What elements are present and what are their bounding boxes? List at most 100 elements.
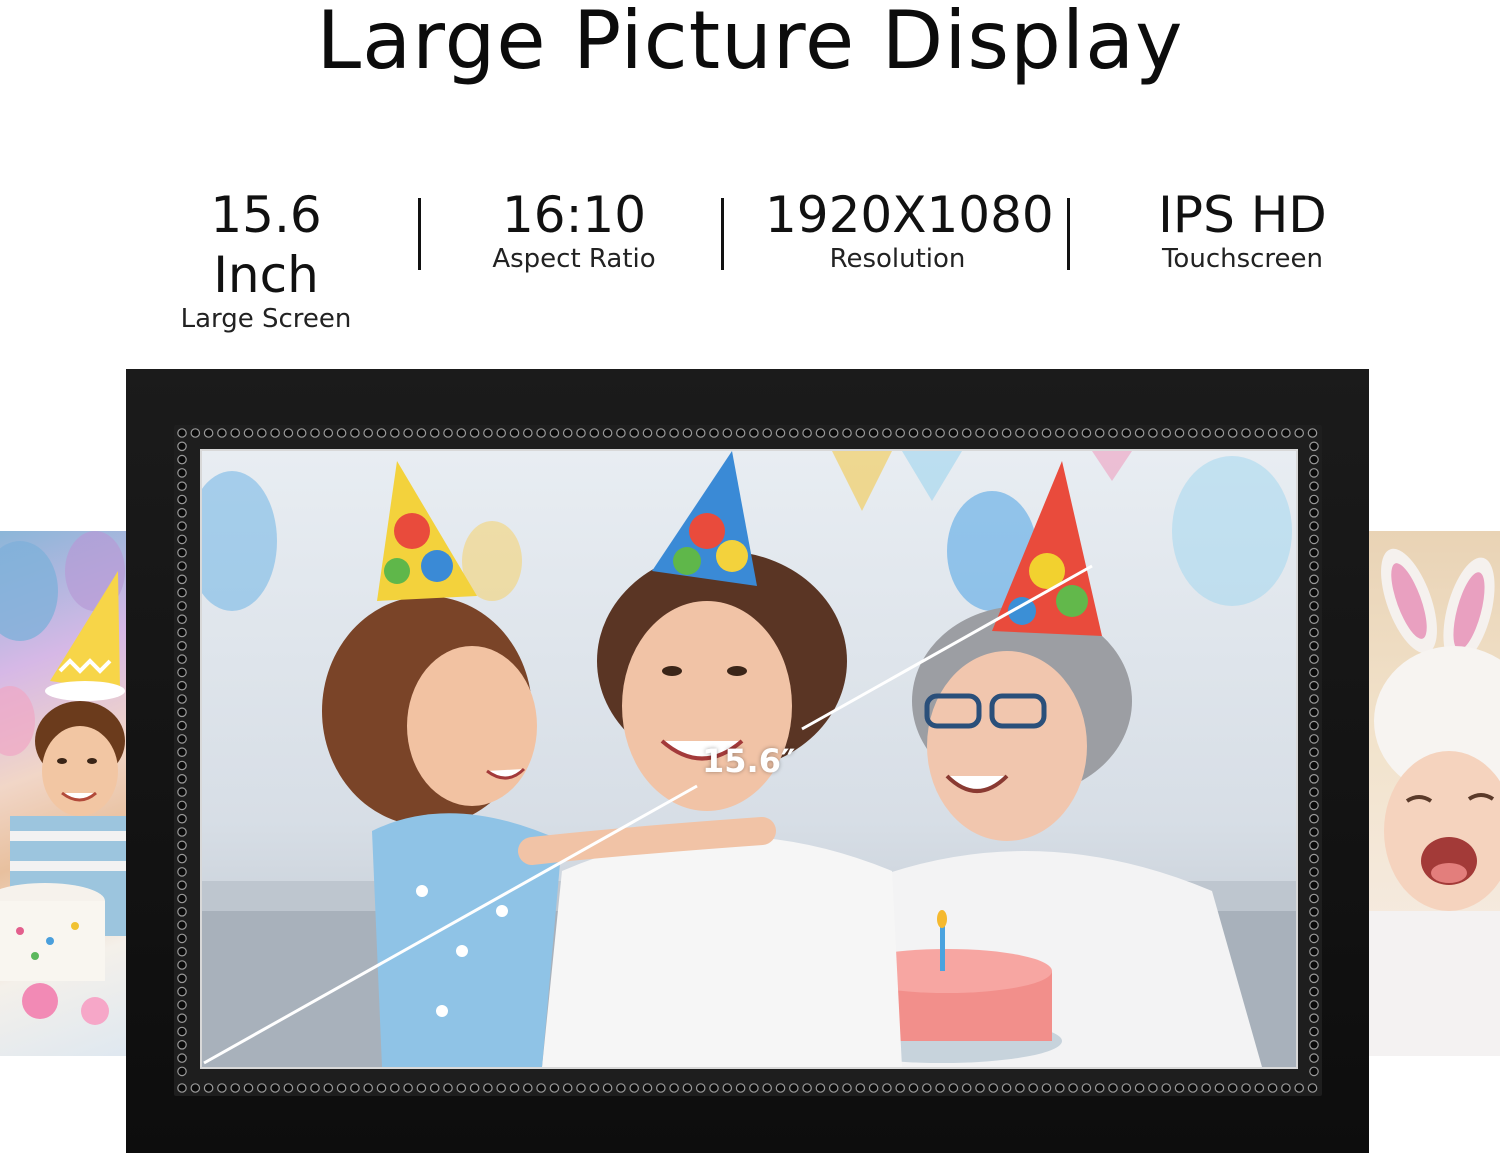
- bead: [895, 1083, 905, 1093]
- bead: [1309, 587, 1319, 598]
- bead: [177, 827, 187, 837]
- bead: [203, 428, 214, 438]
- bead: [1214, 1083, 1225, 1093]
- bead: [536, 1083, 546, 1093]
- bead: [1309, 946, 1319, 957]
- bead: [1161, 1083, 1171, 1093]
- bead: [177, 587, 187, 598]
- bead: [828, 428, 839, 438]
- bead: [1134, 1083, 1145, 1093]
- bead: [403, 1083, 413, 1093]
- bead: [1267, 1083, 1278, 1093]
- bead: [735, 428, 746, 438]
- spec-divider: [418, 198, 421, 270]
- bead: [483, 428, 493, 438]
- bead: [177, 813, 187, 824]
- bead: [1214, 428, 1225, 438]
- bead: [589, 1083, 600, 1093]
- bead: [589, 428, 600, 438]
- bead: [842, 428, 852, 438]
- bead: [536, 428, 546, 438]
- bead: [177, 1026, 187, 1037]
- bead: [1227, 1083, 1238, 1093]
- bead: [177, 1083, 187, 1093]
- bead: [961, 1083, 972, 1093]
- bead: [1309, 441, 1319, 452]
- bead: [695, 1083, 706, 1093]
- bead: [669, 1083, 679, 1093]
- spec-row: 15.6 Inch Large Screen 16:10 Aspect Rati…: [0, 185, 1500, 333]
- bead: [921, 1083, 932, 1093]
- bead: [1068, 1083, 1078, 1093]
- bead: [669, 428, 679, 438]
- bead: [1309, 880, 1319, 890]
- bead: [1148, 428, 1158, 438]
- bead: [1309, 853, 1319, 864]
- bead: [549, 428, 560, 438]
- bead: [802, 428, 812, 438]
- bead: [616, 1083, 626, 1093]
- spec-aspect-ratio: 16:10 Aspect Ratio: [474, 185, 674, 273]
- bead: [1309, 707, 1319, 718]
- bead: [1054, 1083, 1065, 1093]
- bead: [788, 428, 799, 438]
- spec-label: Resolution: [829, 244, 966, 274]
- bead: [1161, 428, 1171, 438]
- bead: [456, 1083, 467, 1093]
- bead: [1309, 840, 1319, 851]
- bead: [948, 1083, 959, 1093]
- bead: [629, 1083, 639, 1093]
- bead: [975, 1083, 985, 1093]
- bead: [1309, 1053, 1319, 1063]
- bead: [177, 960, 187, 970]
- bead: [177, 521, 187, 531]
- bead: [1309, 601, 1319, 611]
- bead: [975, 428, 985, 438]
- right-side-photo: [1369, 531, 1500, 1056]
- bead: [177, 680, 187, 691]
- bead: [1001, 428, 1012, 438]
- bead: [1309, 760, 1319, 771]
- bead: [655, 428, 666, 438]
- bead: [988, 428, 999, 438]
- bead: [775, 1083, 786, 1093]
- bead: [217, 428, 227, 438]
- bead: [390, 1083, 400, 1093]
- bead: [177, 494, 187, 505]
- bead: [509, 1083, 520, 1093]
- bead: [961, 428, 972, 438]
- bead: [243, 428, 254, 438]
- bead: [1081, 1083, 1092, 1093]
- bead: [815, 1083, 826, 1093]
- bead: [1309, 508, 1319, 518]
- bead: [522, 1083, 533, 1093]
- bead: [1309, 734, 1319, 744]
- bead: [190, 1083, 201, 1093]
- spec-resolution: 1920X1080 Resolution: [765, 185, 1054, 274]
- bead: [1309, 906, 1319, 917]
- bead: [1309, 1000, 1319, 1010]
- bead: [177, 1013, 187, 1023]
- bead: [177, 920, 187, 930]
- bead: [562, 428, 573, 438]
- diagonal-size-label: 15.6″: [702, 742, 796, 780]
- bead: [283, 428, 294, 438]
- bead: [1094, 1083, 1105, 1093]
- bead: [1094, 428, 1105, 438]
- bead: [310, 428, 320, 438]
- bead: [177, 760, 187, 771]
- spec-touchscreen: IPS HD Touchscreen: [1145, 185, 1340, 273]
- bead: [177, 654, 187, 664]
- bead: [496, 428, 506, 438]
- bead: [1281, 1083, 1291, 1093]
- bead: [1201, 428, 1211, 438]
- bead: [177, 667, 187, 678]
- spec-value: IPS HD: [1158, 186, 1327, 244]
- bead: [1309, 933, 1319, 944]
- bead: [456, 428, 467, 438]
- spec-label: Aspect Ratio: [492, 244, 656, 274]
- bead: [749, 1083, 759, 1093]
- bead: [935, 428, 945, 438]
- bead: [921, 428, 932, 438]
- bead: [1227, 428, 1238, 438]
